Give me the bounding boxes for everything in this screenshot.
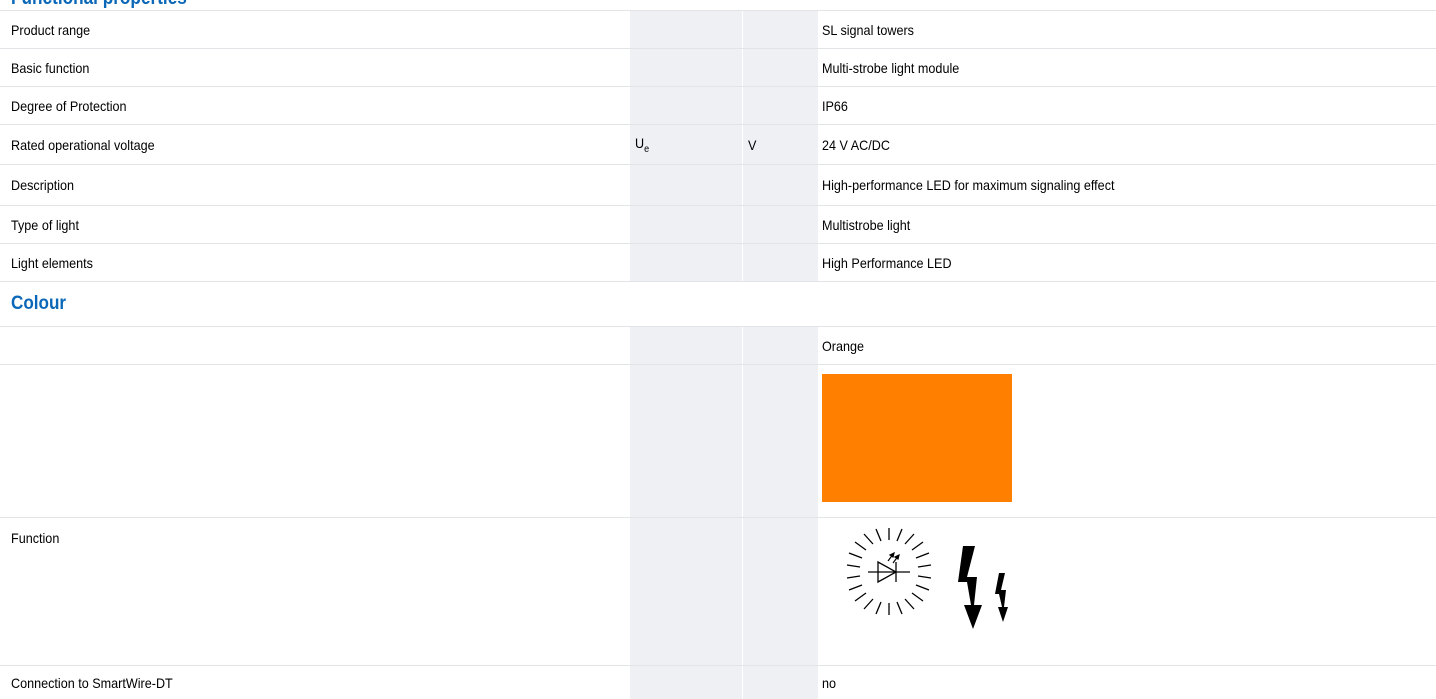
row-symbol: Ue	[635, 134, 650, 155]
row-value: 24 V AC/DC	[822, 136, 890, 153]
row-label: Light elements	[11, 254, 93, 271]
table-row: Rated operational voltage Ue V 24 V AC/D…	[0, 124, 1436, 164]
row-value: High Performance LED	[822, 254, 952, 271]
function-label: Function	[11, 530, 60, 546]
section-heading-cut: Functional properties	[0, 0, 1436, 10]
row-value: IP66	[822, 97, 848, 114]
row-label: Rated operational voltage	[11, 136, 155, 153]
row-label: Description	[11, 177, 75, 193]
row-label: Basic function	[11, 59, 90, 76]
colour-section-title: Colour	[11, 293, 67, 314]
row-unit: V	[748, 136, 757, 153]
table-row: Degree of Protection IP66	[0, 86, 1436, 124]
row-label: Degree of Protection	[11, 97, 127, 114]
table-row: Product range SL signal towers	[0, 10, 1436, 48]
row-label: Product range	[11, 21, 91, 38]
multistrobe-led-flash-icon	[820, 528, 1020, 663]
row-label: Type of light	[11, 216, 79, 233]
colour-value-row: Orange	[0, 326, 1436, 364]
colour-section-row: Colour	[0, 281, 1436, 326]
row-value: SL signal towers	[822, 21, 914, 38]
table-row: Light elements High Performance LED	[0, 243, 1436, 281]
colour-swatch-row	[0, 364, 1436, 517]
row-value: Multi-strobe light module	[822, 59, 960, 76]
smartwire-value: no	[822, 674, 837, 691]
smartwire-label: Connection to SmartWire-DT	[11, 674, 173, 691]
table-row: Connection to SmartWire-DT no	[0, 665, 1436, 699]
table-row: Type of light Multistrobe light	[0, 205, 1436, 243]
colour-value: Orange	[822, 337, 865, 354]
row-value: High-performance LED for maximum signali…	[822, 177, 1115, 193]
table-row: Description High-performance LED for max…	[0, 164, 1436, 205]
section-heading: Functional properties	[11, 0, 187, 10]
function-row: Function	[0, 517, 1436, 665]
colour-swatch	[822, 374, 1012, 502]
row-value: Multistrobe light	[822, 216, 911, 233]
table-row: Basic function Multi-strobe light module	[0, 48, 1436, 86]
